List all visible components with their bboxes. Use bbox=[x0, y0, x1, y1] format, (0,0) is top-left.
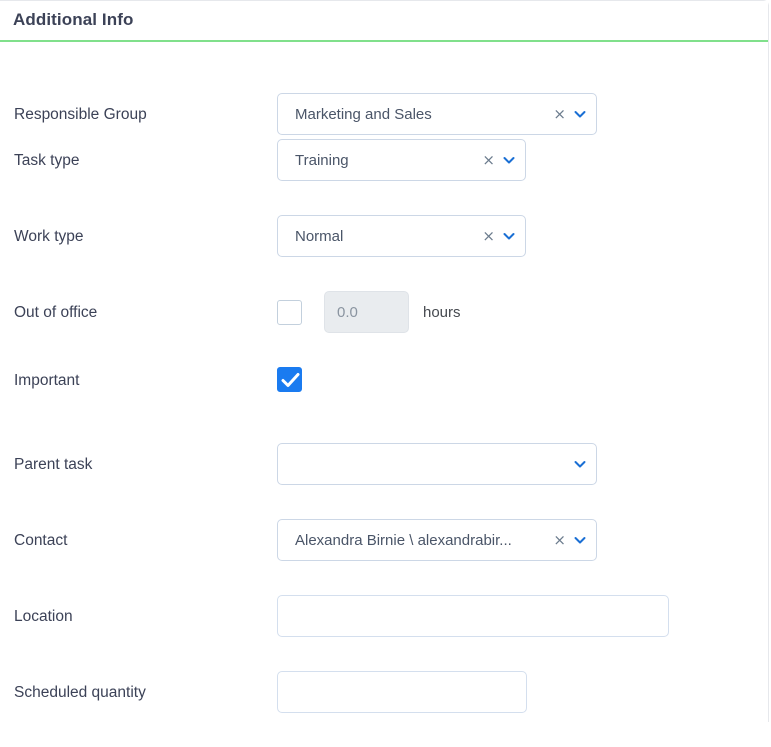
responsible-group-value: Marketing and Sales bbox=[295, 106, 432, 122]
control-task-type: Training × bbox=[277, 139, 768, 181]
important-checkbox[interactable] bbox=[277, 367, 302, 392]
task-type-value: Training bbox=[295, 152, 349, 168]
page-title: Additional Info bbox=[13, 10, 134, 29]
label-responsible-group: Responsible Group bbox=[14, 106, 147, 123]
scheduled-quantity-input[interactable] bbox=[277, 671, 527, 713]
check-icon bbox=[281, 373, 300, 387]
form-row-location: Location bbox=[0, 595, 768, 671]
panel-header: Additional Info bbox=[0, 1, 768, 42]
form-row-contact: Contact Alexandra Birnie \ alexandrabir.… bbox=[0, 519, 768, 595]
clear-icon[interactable]: × bbox=[551, 532, 573, 548]
form-row-important: Important bbox=[0, 367, 768, 443]
form-row-out-of-office: Out of office hours bbox=[0, 291, 768, 367]
control-out-of-office: hours bbox=[277, 291, 768, 333]
chevron-down-icon[interactable] bbox=[502, 229, 516, 243]
label-location: Location bbox=[14, 608, 73, 625]
responsible-group-select[interactable]: Marketing and Sales × bbox=[277, 93, 597, 135]
label-out-of-office: Out of office bbox=[14, 304, 98, 321]
parent-task-select[interactable] bbox=[277, 443, 597, 485]
form-row-scheduled-quantity: Scheduled quantity bbox=[0, 671, 768, 747]
label-parent-task: Parent task bbox=[14, 456, 93, 473]
form-row-task-type: Task type Training × bbox=[0, 139, 768, 215]
additional-info-form: Responsible Group Marketing and Sales × … bbox=[0, 42, 768, 747]
label-scheduled-quantity: Scheduled quantity bbox=[14, 684, 146, 701]
label-contact: Contact bbox=[14, 532, 68, 549]
form-row-parent-task: Parent task bbox=[0, 443, 768, 519]
label-important: Important bbox=[14, 372, 80, 389]
contact-value: Alexandra Birnie \ alexandrabir... bbox=[295, 532, 512, 548]
out-of-office-checkbox[interactable] bbox=[277, 299, 302, 325]
control-location bbox=[277, 595, 768, 637]
hours-unit-label: hours bbox=[423, 303, 461, 321]
control-contact: Alexandra Birnie \ alexandrabir... × bbox=[277, 519, 768, 561]
chevron-down-icon[interactable] bbox=[502, 153, 516, 167]
control-work-type: Normal × bbox=[277, 215, 768, 257]
out-of-office-group: hours bbox=[277, 291, 461, 333]
clear-icon[interactable]: × bbox=[480, 228, 502, 244]
task-type-select[interactable]: Training × bbox=[277, 139, 526, 181]
clear-icon[interactable]: × bbox=[480, 152, 502, 168]
chevron-down-icon[interactable] bbox=[573, 533, 587, 547]
control-parent-task bbox=[277, 443, 768, 485]
control-responsible-group: Marketing and Sales × bbox=[277, 93, 768, 135]
work-type-value: Normal bbox=[295, 228, 344, 244]
form-row-work-type: Work type Normal × bbox=[0, 215, 768, 291]
control-important bbox=[277, 367, 768, 392]
label-work-type: Work type bbox=[14, 228, 84, 245]
form-row-responsible-group: Responsible Group Marketing and Sales × bbox=[0, 42, 768, 139]
location-input[interactable] bbox=[277, 595, 669, 637]
clear-icon[interactable]: × bbox=[551, 106, 573, 122]
out-of-office-hours-input bbox=[324, 291, 409, 333]
control-scheduled-quantity bbox=[277, 671, 768, 713]
chevron-down-icon[interactable] bbox=[573, 457, 587, 471]
contact-select[interactable]: Alexandra Birnie \ alexandrabir... × bbox=[277, 519, 597, 561]
chevron-down-icon[interactable] bbox=[573, 107, 587, 121]
work-type-select[interactable]: Normal × bbox=[277, 215, 526, 257]
additional-info-panel: Additional Info Responsible Group Market… bbox=[0, 0, 769, 722]
label-task-type: Task type bbox=[14, 152, 80, 169]
